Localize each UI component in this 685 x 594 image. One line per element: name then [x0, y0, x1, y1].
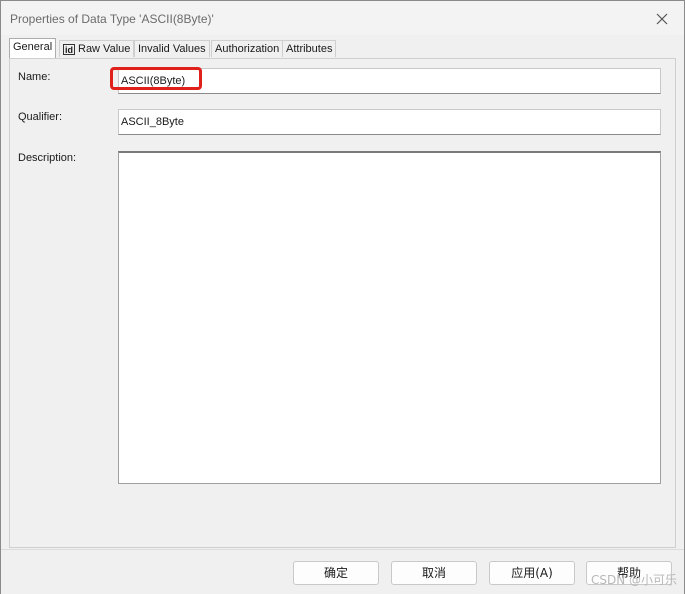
tab-raw-value[interactable]: id Raw Value [59, 40, 135, 57]
name-field[interactable] [118, 68, 661, 94]
button-bar: 确定 取消 应用(A) 帮助 [1, 549, 684, 594]
tab-general[interactable]: General [9, 38, 57, 58]
title-bar: Properties of Data Type 'ASCII(8Byte)' [1, 1, 684, 35]
general-panel: Name: Qualifier: Description: [9, 58, 676, 548]
close-icon [656, 13, 668, 25]
close-button[interactable] [652, 9, 672, 29]
tab-invalid-values[interactable]: Invalid Values [134, 40, 210, 57]
window-title: Properties of Data Type 'ASCII(8Byte)' [10, 12, 214, 26]
qualifier-label: Qualifier: [18, 111, 63, 123]
tab-label: Raw Value [78, 43, 131, 55]
tab-label: General [13, 41, 53, 53]
properties-dialog: Properties of Data Type 'ASCII(8Byte)' G… [0, 0, 685, 594]
apply-button[interactable]: 应用(A) [489, 561, 575, 585]
tab-label: Attributes [286, 43, 333, 55]
tab-strip: General id Raw Value Invalid Values Autho… [9, 38, 676, 58]
tab-attributes[interactable]: Attributes [282, 40, 337, 57]
cancel-button[interactable]: 取消 [391, 561, 477, 585]
tab-authorization[interactable]: Authorization [211, 40, 284, 57]
tab-label: Invalid Values [138, 43, 206, 55]
name-label: Name: [18, 71, 51, 83]
ok-button[interactable]: 确定 [293, 561, 379, 585]
watermark: CSDN @小可乐 [590, 573, 677, 587]
description-label: Description: [18, 152, 77, 164]
qualifier-field[interactable] [118, 109, 661, 135]
description-field[interactable] [118, 151, 661, 484]
id-icon: id [63, 44, 75, 55]
tab-label: Authorization [215, 43, 280, 55]
